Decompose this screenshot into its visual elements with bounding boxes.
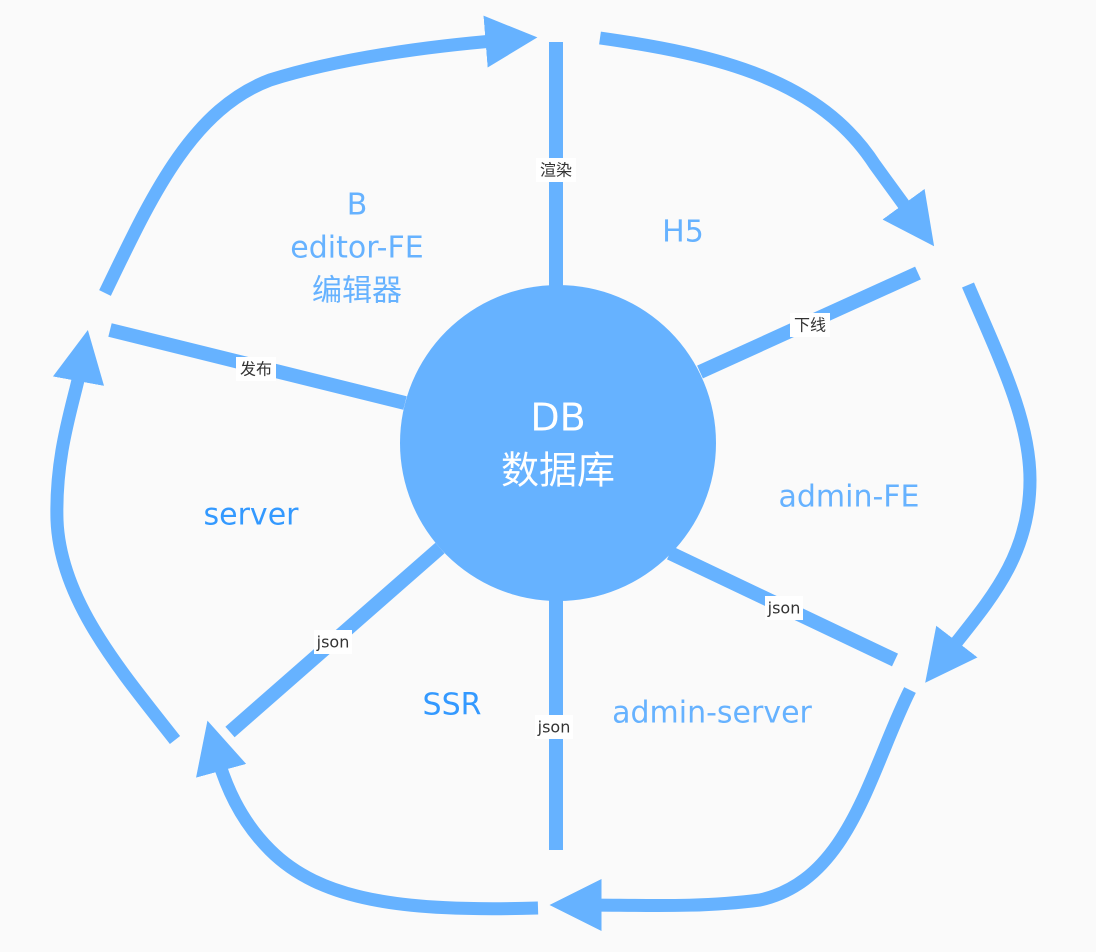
edge-label-publish: 发布 [240,360,272,379]
database-node [400,285,716,601]
ring-arrow-h5-to-adminfe [599,31,935,247]
database-subtitle: 数据库 [501,449,615,493]
editor-label-cn: 编辑器 [312,274,402,309]
ssr-label: SSR [423,688,482,723]
edge-label-json-server: json [316,633,350,652]
ring-arrow-server-to-editor [50,330,181,745]
admin-fe-label: admin-FE [778,480,919,515]
edge-label-render: 渲染 [540,161,572,180]
admin-server-label: admin-server [612,696,812,731]
architecture-diagram: DB 数据库 B editor-FE 编辑器 H5 admin-FE admin… [50,15,1037,932]
h5-label: H5 [662,215,704,250]
edge-label-offline: 下线 [794,316,826,335]
server-label: server [204,498,300,533]
ring-arrow-ssr-to-server [196,720,539,916]
ring-arrow-adminfe-to-adminserver [925,282,1037,683]
editor-label-b: B [347,188,368,223]
edge-label-json-ssr: json [537,718,571,737]
editor-label-name: editor-FE [290,231,423,266]
database-title: DB [530,396,585,440]
edge-label-json-admin: json [767,599,801,618]
